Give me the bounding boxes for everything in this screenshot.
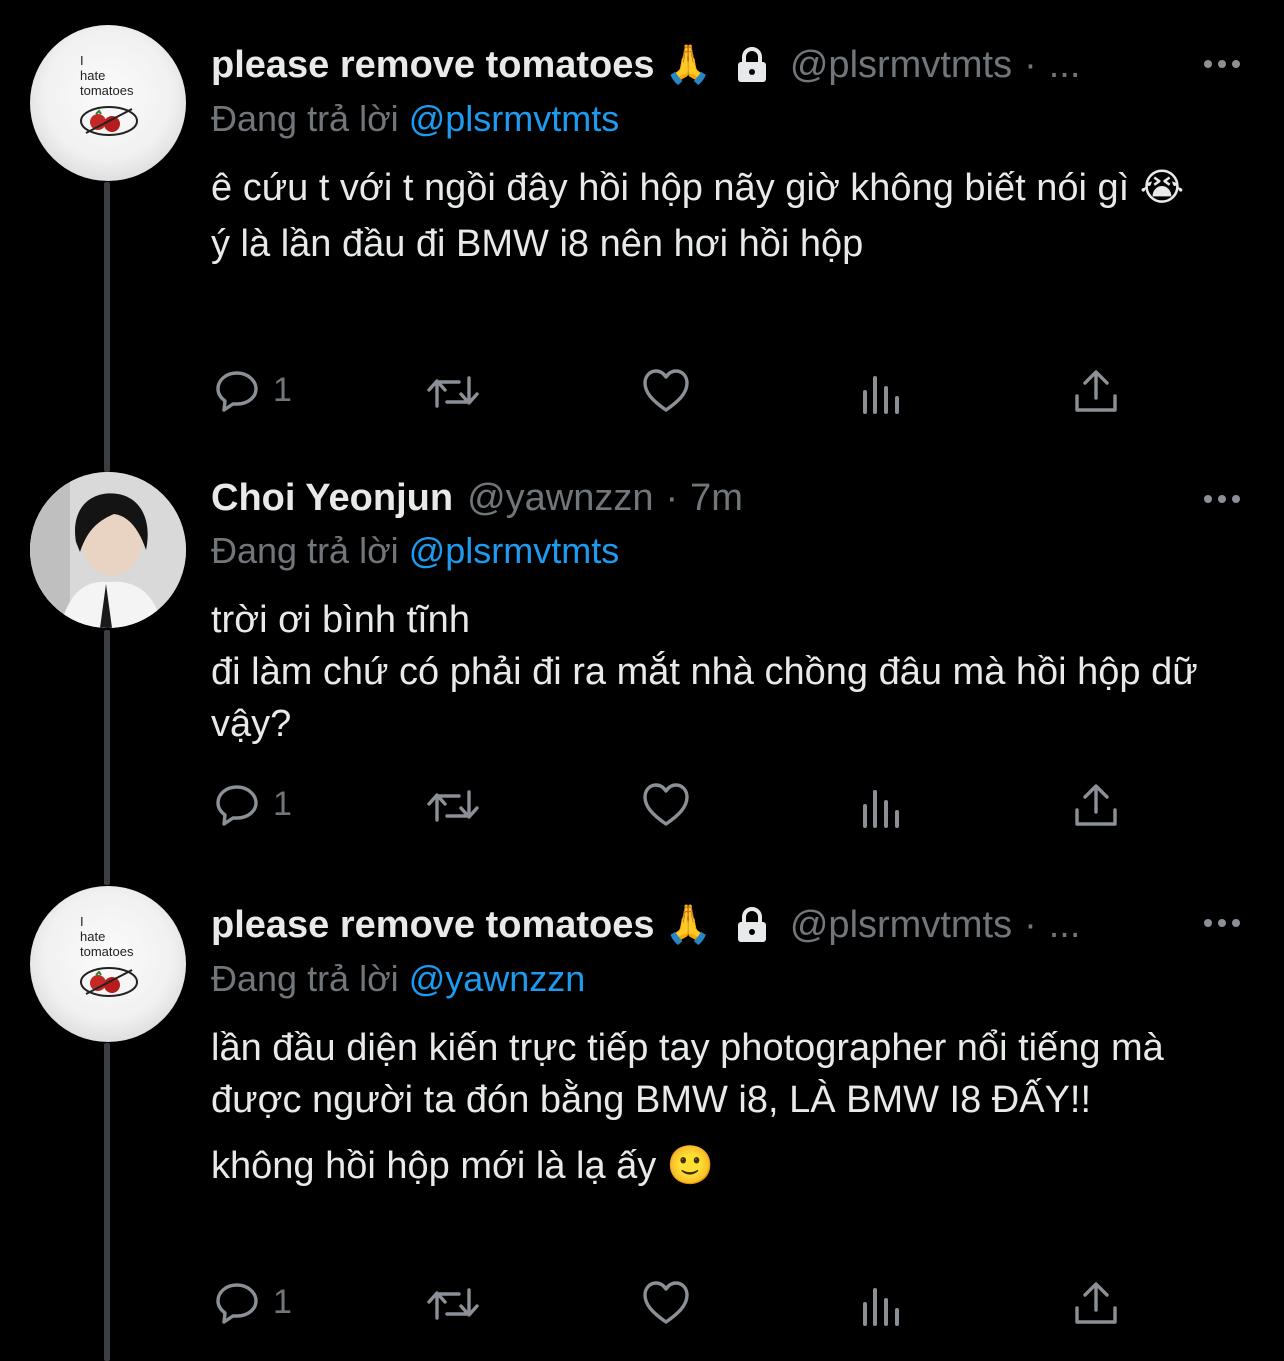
tweet-text: lần đầu diện kiến trực tiếp tay photogra… [211, 1022, 1251, 1192]
retweet-icon [427, 376, 479, 408]
tweet-text-line: ê cứu t với t ngồi đây hồi hộp nãy giờ k… [211, 167, 1185, 209]
mention-link[interactable]: @yawnzzn [409, 958, 586, 999]
mention-link[interactable]: @plsrmvtmts [409, 530, 620, 571]
share-button[interactable] [1073, 1280, 1119, 1328]
reply-button[interactable]: 1 [213, 1278, 292, 1326]
handle[interactable]: @plsrmvtmts [790, 904, 1012, 947]
avatar[interactable]: I hate tomatoes [30, 25, 186, 181]
avatar-photo [30, 472, 186, 628]
retweet-button[interactable] [425, 368, 481, 416]
action-bar: 1 [0, 1278, 1284, 1338]
analytics-icon [863, 790, 899, 828]
action-bar: 1 [0, 780, 1284, 840]
share-button[interactable] [1073, 368, 1119, 416]
no-tomato-icon [80, 106, 138, 136]
handle[interactable]: @plsrmvtmts [790, 44, 1012, 87]
display-name[interactable]: Choi Yeonjun [211, 477, 453, 520]
no-tomato-icon [80, 967, 138, 997]
more-icon[interactable] [1204, 913, 1240, 933]
retweet-button[interactable] [425, 782, 481, 830]
timestamp[interactable]: 7m [690, 477, 743, 520]
share-icon [1075, 784, 1117, 826]
reply-icon [216, 1283, 258, 1324]
separator: · [1024, 43, 1037, 86]
tweet-text-line: đi làm chứ có phải đi ra mắt nhà chồng đ… [211, 651, 1198, 745]
separator: · [1024, 903, 1037, 946]
more-icon[interactable] [1204, 54, 1240, 74]
tweet-text-line: ý là lần đầu đi BMW i8 nên hơi hồi hộp [211, 223, 864, 265]
share-icon [1075, 370, 1117, 412]
analytics-button[interactable] [860, 1284, 904, 1328]
share-button[interactable] [1073, 782, 1119, 830]
replying-prefix: Đang trả lời [211, 958, 399, 999]
thread-line [104, 630, 110, 885]
display-name[interactable]: please remove tomatoes [211, 904, 655, 947]
tweet-text-line: trời ơi bình tĩnh [211, 599, 470, 641]
avatar-badge-text: I hate tomatoes [80, 914, 134, 959]
replying-to: Đang trả lời @yawnzzn [211, 958, 585, 1000]
reply-icon [216, 371, 258, 412]
name-emoji: 🙏 [664, 44, 712, 86]
replying-to: Đang trả lời @plsrmvtmts [211, 98, 619, 140]
tweet-header: please remove tomatoes 🙏 @plsrmvtmts · .… [211, 36, 1240, 94]
like-icon [643, 1281, 689, 1324]
reply-button[interactable]: 1 [213, 780, 292, 828]
like-icon [643, 369, 689, 412]
timestamp[interactable]: ... [1049, 904, 1081, 947]
mention-link[interactable]: @plsrmvtmts [409, 98, 620, 139]
avatar[interactable]: I hate tomatoes [30, 886, 186, 1042]
retweet-icon [427, 1288, 479, 1320]
thread-line [104, 182, 110, 472]
avatar[interactable] [30, 472, 186, 628]
tweet-text-line: không hồi hộp mới là lạ ấy 🙂 [211, 1145, 715, 1187]
analytics-button[interactable] [860, 372, 904, 416]
retweet-button[interactable] [425, 1280, 481, 1328]
reply-icon [216, 785, 258, 826]
like-button[interactable] [641, 368, 691, 414]
analytics-icon [863, 1288, 899, 1326]
action-bar: 1 [0, 366, 1284, 426]
tweet-header: please remove tomatoes 🙏 @plsrmvtmts · .… [211, 896, 1240, 954]
analytics-icon [863, 376, 899, 414]
retweet-icon [427, 790, 479, 822]
more-icon[interactable] [1204, 489, 1240, 509]
display-name[interactable]: please remove tomatoes [211, 44, 655, 87]
handle[interactable]: @yawnzzn [467, 477, 653, 520]
analytics-button[interactable] [860, 786, 904, 830]
reply-count: 1 [273, 1282, 292, 1321]
like-button[interactable] [641, 782, 691, 828]
tweet-text-line: lần đầu diện kiến trực tiếp tay photogra… [211, 1027, 1164, 1121]
name-emoji: 🙏 [664, 904, 712, 946]
lock-icon [732, 45, 772, 85]
tweet-text: trời ơi bình tĩnh đi làm chứ có phải đi … [211, 594, 1251, 750]
like-icon [643, 783, 689, 826]
replying-prefix: Đang trả lời [211, 530, 399, 571]
timestamp[interactable]: ... [1049, 44, 1081, 87]
lock-icon [732, 905, 772, 945]
avatar-badge-text: I hate tomatoes [80, 53, 134, 98]
replying-prefix: Đang trả lời [211, 98, 399, 139]
reply-count: 1 [273, 784, 292, 823]
replying-to: Đang trả lời @plsrmvtmts [211, 530, 619, 572]
reply-button[interactable]: 1 [213, 366, 292, 414]
reply-count: 1 [273, 370, 292, 409]
like-button[interactable] [641, 1280, 691, 1326]
tweet-text: ê cứu t với t ngồi đây hồi hộp nãy giờ k… [211, 162, 1251, 270]
separator: · [665, 476, 679, 519]
tweet-header: Choi Yeonjun @yawnzzn · 7m [211, 469, 1240, 527]
share-icon [1075, 1282, 1117, 1324]
